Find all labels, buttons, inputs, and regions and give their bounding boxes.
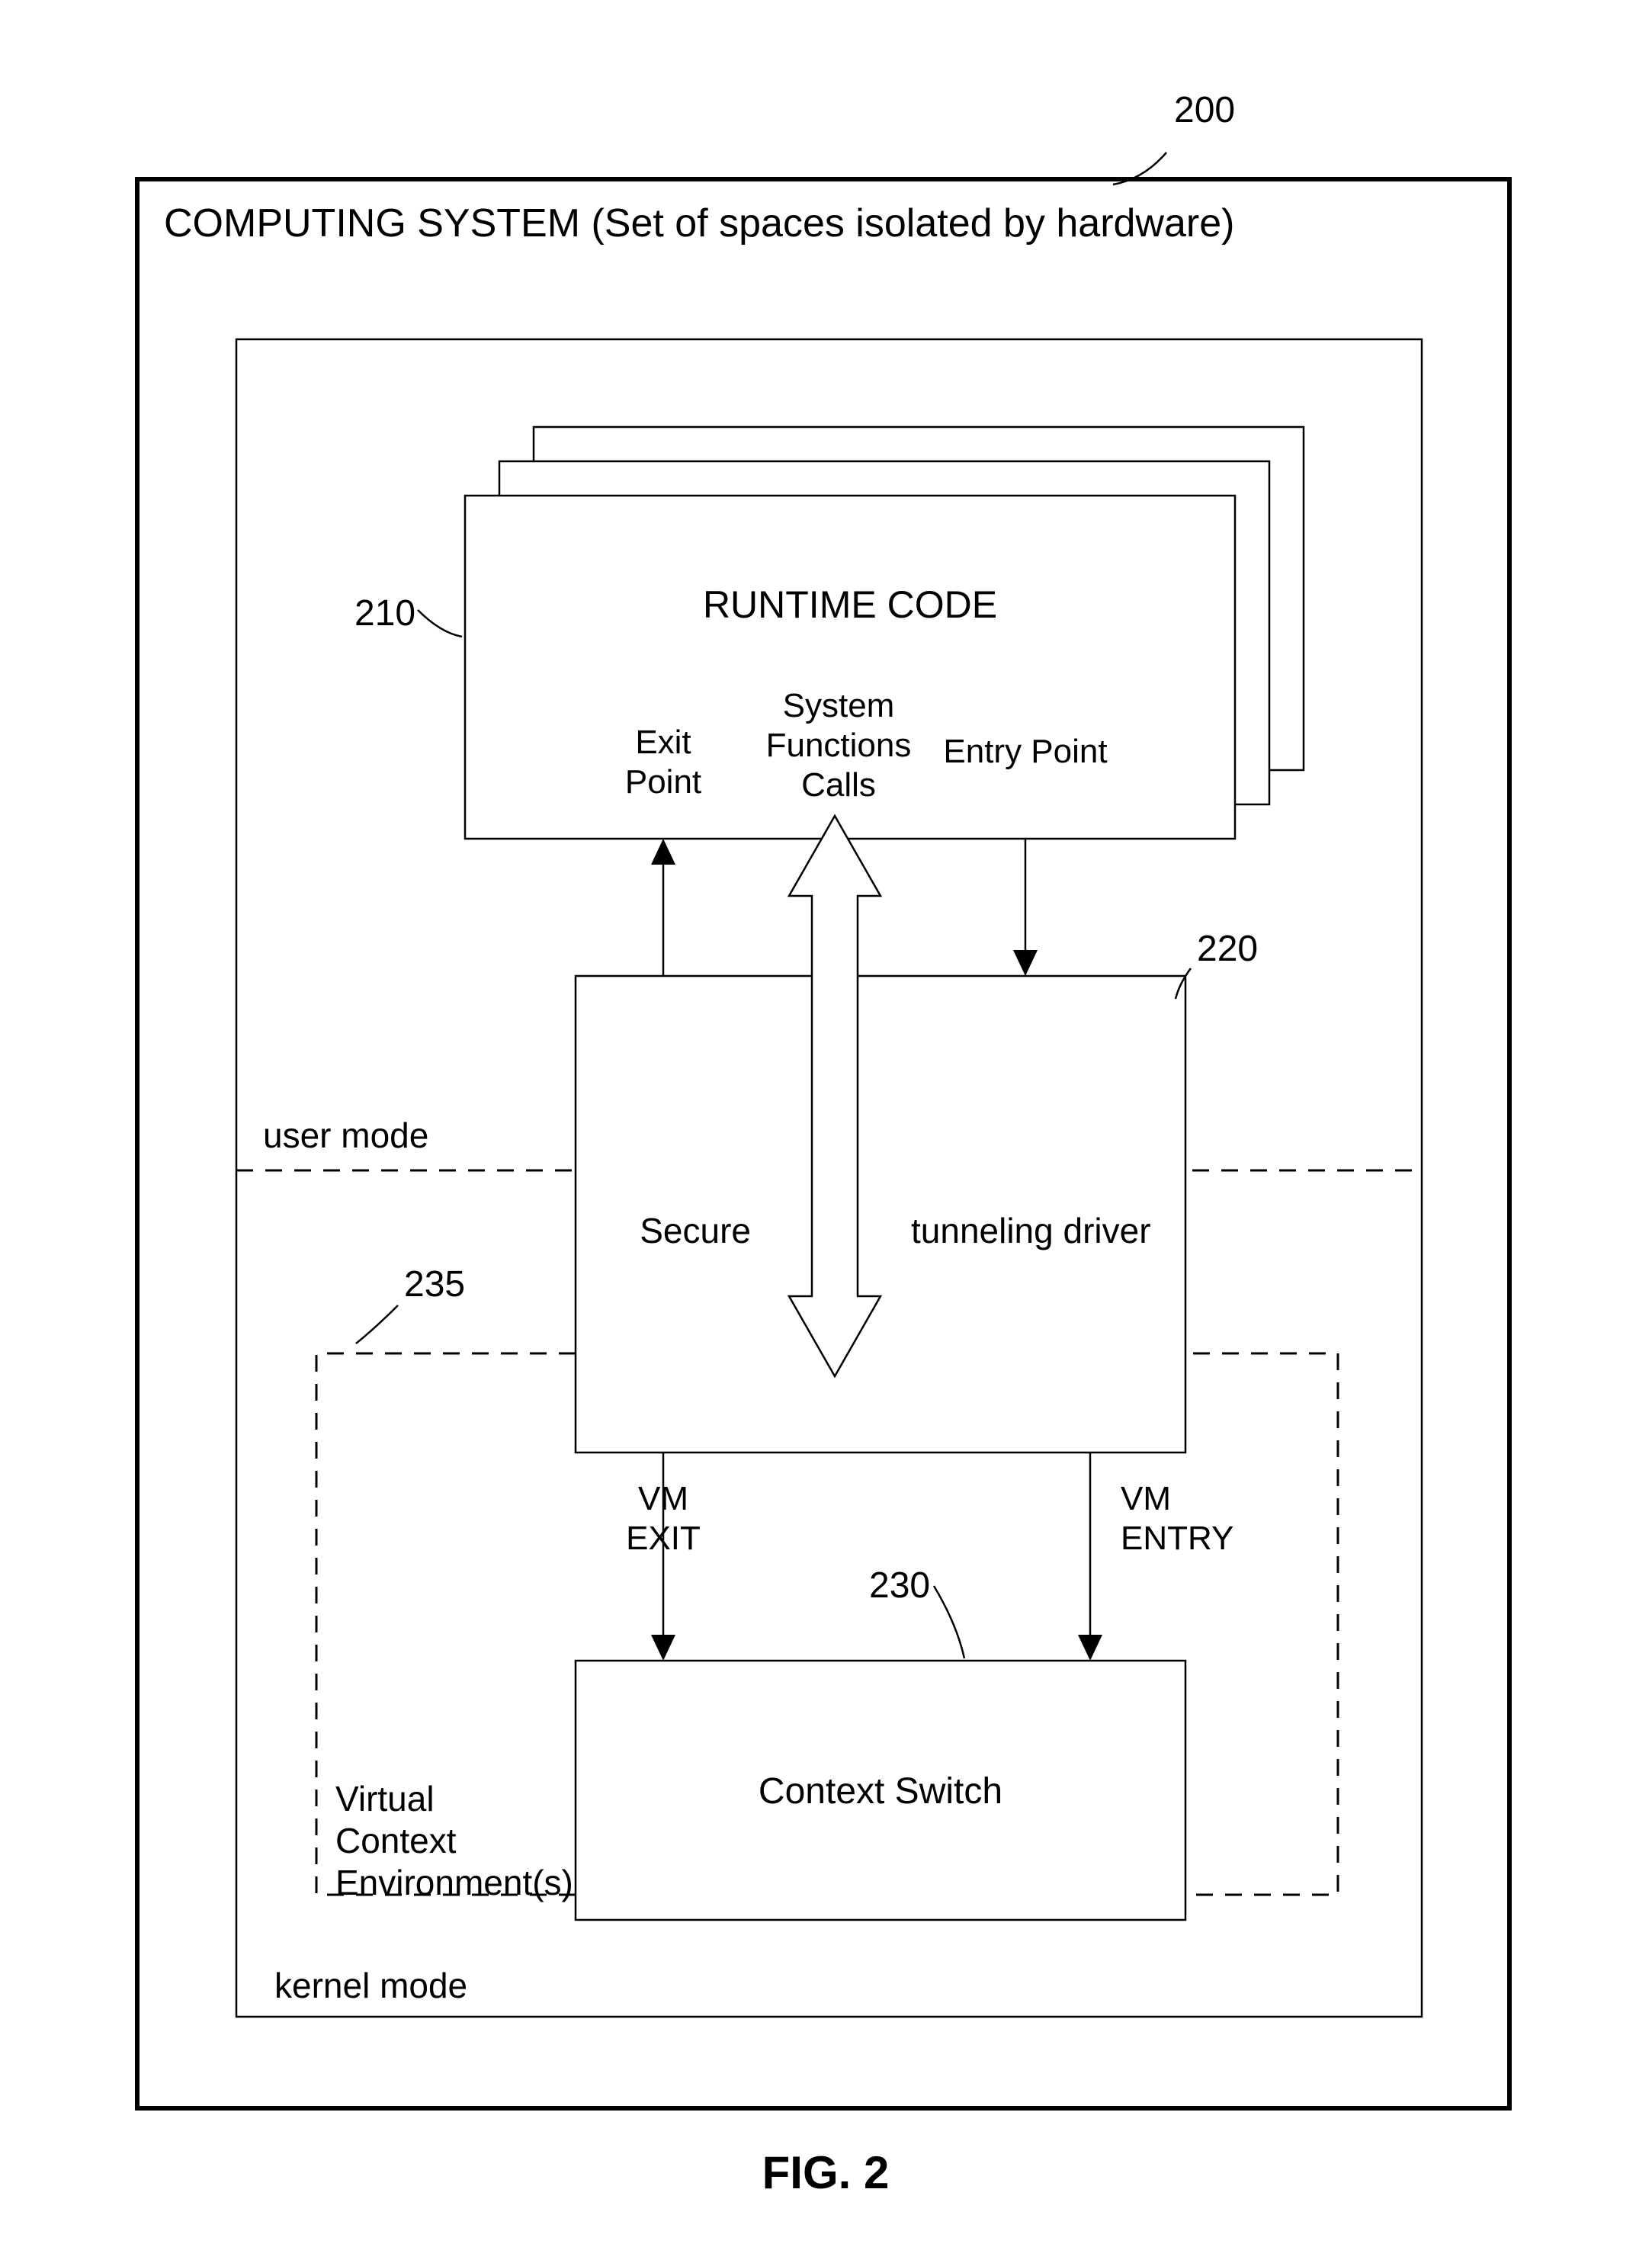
runtime-stack — [465, 427, 1304, 839]
kernel-mode-label: kernel mode — [274, 1966, 467, 2005]
figure-label: FIG. 2 — [762, 2147, 890, 2198]
svg-text:Calls: Calls — [801, 766, 876, 804]
svg-text:VM: VM — [1121, 1480, 1171, 1517]
svg-text:Context: Context — [335, 1821, 457, 1860]
svg-text:Functions: Functions — [766, 727, 912, 764]
ref-235: 235 — [404, 1264, 465, 1305]
svg-text:VM: VM — [638, 1480, 688, 1517]
runtime-title: RUNTIME CODE — [703, 583, 997, 626]
driver-left: Secure — [640, 1211, 751, 1250]
outer-title: COMPUTING SYSTEM (Set of spaces isolated… — [164, 201, 1234, 246]
driver-right: tunneling driver — [911, 1211, 1151, 1250]
svg-text:Environment(s): Environment(s) — [335, 1863, 573, 1902]
context-label: Context Switch — [759, 1771, 1002, 1812]
ref-220: 220 — [1197, 929, 1258, 969]
vm-entry-arrow — [1078, 1453, 1102, 1661]
entry-point-label: Entry Point — [943, 733, 1107, 770]
ref-230: 230 — [869, 1565, 930, 1606]
svg-text:System: System — [783, 687, 895, 724]
svg-text:Exit: Exit — [635, 724, 691, 761]
user-mode-label: user mode — [263, 1115, 428, 1155]
svg-text:ENTRY: ENTRY — [1121, 1520, 1233, 1557]
svg-text:Point: Point — [625, 763, 701, 801]
vce-label: Virtual Context Environment(s) — [335, 1779, 573, 1902]
entry-arrow — [1013, 839, 1038, 976]
svg-text:EXIT: EXIT — [626, 1520, 701, 1557]
exit-arrow — [651, 839, 675, 976]
ref-210: 210 — [354, 593, 415, 634]
vm-entry-label: VM ENTRY — [1121, 1480, 1233, 1557]
ref-200: 200 — [1174, 90, 1235, 130]
svg-text:Virtual: Virtual — [335, 1779, 435, 1818]
